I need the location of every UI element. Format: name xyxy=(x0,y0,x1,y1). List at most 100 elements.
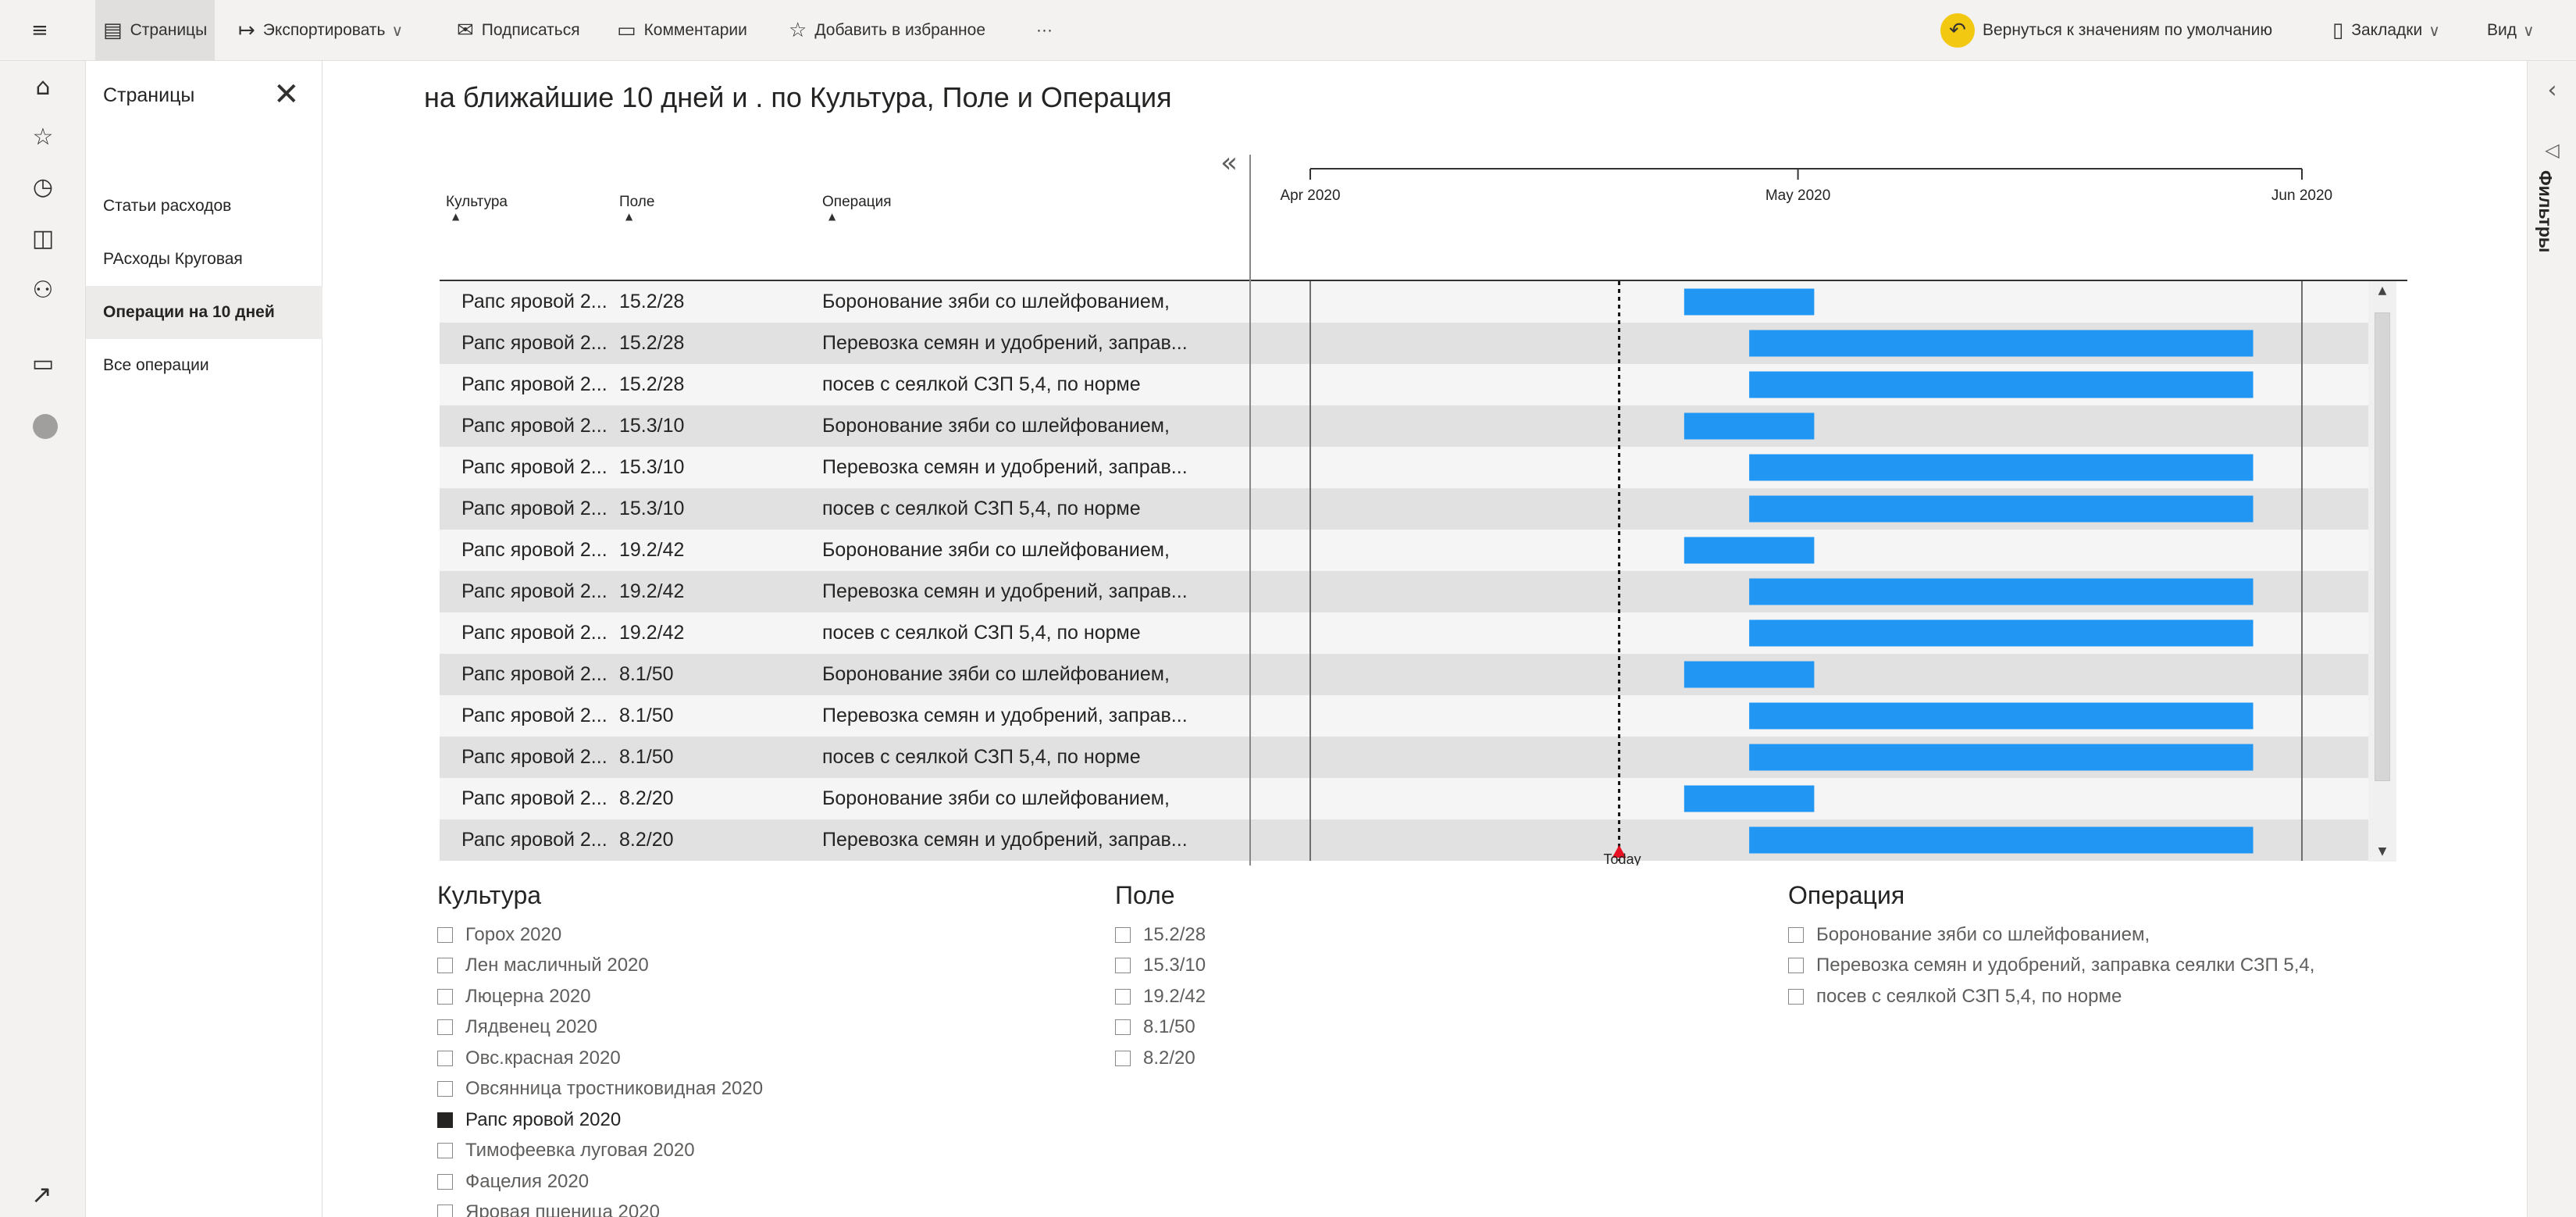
gantt-bar xyxy=(1683,537,1815,564)
slicer-field-item[interactable]: 15.3/10 xyxy=(1115,951,1206,982)
chevron-down-icon: ∨ xyxy=(2523,21,2535,40)
favorite-button-label: Добавить в избранное xyxy=(814,21,986,39)
view-button[interactable]: Вид ∨ xyxy=(2487,0,2535,61)
comments-button[interactable]: ▭ Комментарии xyxy=(617,0,747,61)
filter-icon[interactable]: ◁ xyxy=(2528,139,2576,161)
slicer-culture-item[interactable]: Яровая пшеница 2020 xyxy=(437,1197,763,1217)
slicer-culture-item[interactable]: Тимофеевка луговая 2020 xyxy=(437,1136,763,1167)
slicer-item-label: Лядвенец 2020 xyxy=(465,1016,597,1038)
gantt-bar xyxy=(1749,578,2254,605)
checkbox[interactable] xyxy=(437,958,453,974)
slicer-item-label: Боронование зяби со шлейфованием, xyxy=(1816,923,2150,945)
pages-button-label: Страницы xyxy=(130,21,208,39)
checkbox[interactable] xyxy=(1115,926,1131,943)
export-button[interactable]: ↦ Экспортировать ∨ xyxy=(238,0,403,61)
hamburger-icon: ≡ xyxy=(31,19,48,42)
slicer-item-label: Яровая пшеница 2020 xyxy=(465,1201,660,1217)
chevron-down-icon: ∨ xyxy=(2428,21,2440,40)
slicer-item-label: 8.2/20 xyxy=(1143,1047,1195,1069)
recent-icon[interactable]: ◷ xyxy=(0,173,86,201)
export-button-label: Экспортировать xyxy=(262,21,386,39)
gantt-bar xyxy=(1749,371,2254,398)
checkbox[interactable] xyxy=(437,1050,453,1066)
page-item[interactable]: РАсходы Круговая xyxy=(86,233,322,286)
page-item[interactable]: Статьи расходов xyxy=(86,180,322,233)
filters-pane: ‹ ◁ Фильтры xyxy=(2527,61,2576,1217)
slicer-field-item[interactable]: 8.2/20 xyxy=(1115,1043,1206,1074)
checkbox[interactable] xyxy=(1788,988,1804,1005)
checkbox[interactable] xyxy=(437,988,453,1005)
reset-button[interactable]: ↶ Вернуться к значениям по умолчанию xyxy=(1940,0,2272,61)
slicer-culture-item[interactable]: Овсянница тростниковидная 2020 xyxy=(437,1074,763,1105)
slicer-item-label: Горох 2020 xyxy=(465,923,562,945)
pages-pane: Страницы ✕ Статьи расходов РАсходы Кругов… xyxy=(86,61,322,1217)
slicer-item-label: Фацелия 2020 xyxy=(465,1170,590,1192)
slicer-field-item[interactable]: 8.1/50 xyxy=(1115,1012,1206,1044)
slicer-culture-item[interactable]: Лен масличный 2020 xyxy=(437,951,763,982)
today-label: Today xyxy=(1604,851,1641,865)
workspaces-icon[interactable]: ▭ xyxy=(0,350,86,377)
checkbox[interactable] xyxy=(1788,926,1804,943)
undo-icon: ↶ xyxy=(1940,13,1975,48)
slicer-operation-item[interactable]: Боронование зяби со шлейфованием, xyxy=(1788,919,2314,951)
checkbox[interactable] xyxy=(437,1019,453,1036)
checkbox[interactable] xyxy=(1115,1050,1131,1066)
checkbox[interactable] xyxy=(1115,988,1131,1005)
checkbox[interactable] xyxy=(1115,958,1131,974)
export-icon: ↦ xyxy=(238,19,255,42)
more-button[interactable]: ··· xyxy=(1036,0,1053,61)
pages-button[interactable]: ▤ Страницы xyxy=(95,0,216,61)
slicer-operation-item[interactable]: Перевозка семян и удобрений, заправка се… xyxy=(1788,951,2314,982)
slicer-item-label: Овс.красная 2020 xyxy=(465,1047,621,1069)
slicer-culture-title: Культура xyxy=(437,881,542,909)
scroll-up-icon[interactable]: ▲ xyxy=(2368,284,2396,297)
checkbox[interactable] xyxy=(1788,958,1804,974)
avatar[interactable] xyxy=(33,414,58,439)
slicer-culture-item[interactable]: Фацелия 2020 xyxy=(437,1166,763,1197)
checkbox[interactable] xyxy=(437,1173,453,1190)
hamburger-button[interactable]: ≡ xyxy=(31,0,56,61)
favorites-icon[interactable]: ☆ xyxy=(0,123,86,151)
subscribe-button-label: Подписаться xyxy=(481,21,580,39)
gantt-bar xyxy=(1749,330,2254,357)
close-icon[interactable]: ✕ xyxy=(273,77,300,112)
checkbox[interactable] xyxy=(437,1143,453,1159)
slicer-culture-item[interactable]: Люцерна 2020 xyxy=(437,981,763,1012)
page-item[interactable]: Все операции xyxy=(86,339,322,392)
slicer-culture-item[interactable]: Овс.красная 2020 xyxy=(437,1043,763,1074)
gantt-scrollbar[interactable]: ▲ ▼ xyxy=(2368,281,2396,862)
checkbox[interactable] xyxy=(437,926,453,943)
shared-icon[interactable]: ⚇ xyxy=(0,277,86,304)
pages-pane-title: Страницы xyxy=(103,84,195,106)
slicer-operation-item[interactable]: посев с сеялкой СЗП 5,4, по норме xyxy=(1788,981,2314,1012)
slicer-field-item[interactable]: 19.2/42 xyxy=(1115,981,1206,1012)
checkbox[interactable] xyxy=(437,1205,453,1217)
slicer-field-item[interactable]: 15.2/28 xyxy=(1115,919,1206,951)
bookmark-icon: ▯ xyxy=(2332,19,2344,42)
chevron-down-icon: ∨ xyxy=(391,21,404,40)
scroll-down-icon[interactable]: ▼ xyxy=(2368,845,2396,858)
slicer-culture-item[interactable]: Рапс яровой 2020 xyxy=(437,1105,763,1136)
subscribe-button[interactable]: ✉ Подписаться xyxy=(457,0,580,61)
home-icon[interactable]: ⌂ xyxy=(0,73,86,101)
gantt-bar xyxy=(1749,702,2254,730)
chevron-left-icon[interactable]: ‹ xyxy=(2528,77,2576,104)
report-title: на ближайшие 10 дней и . по Культура, По… xyxy=(424,81,1172,113)
checkbox[interactable] xyxy=(1115,1019,1131,1036)
favorite-button[interactable]: ☆ Добавить в избранное xyxy=(789,0,985,61)
slicer-culture-item[interactable]: Горох 2020 xyxy=(437,919,763,951)
slicer-culture-item[interactable]: Лядвенец 2020 xyxy=(437,1012,763,1044)
scrollbar-thumb[interactable] xyxy=(2375,312,2390,781)
bookmarks-button[interactable]: ▯ Закладки ∨ xyxy=(2332,0,2440,61)
star-icon: ☆ xyxy=(789,19,807,42)
more-icon: ··· xyxy=(1036,21,1053,39)
checkbox[interactable] xyxy=(437,1081,453,1097)
checkbox[interactable] xyxy=(437,1112,453,1128)
apps-icon[interactable]: ◫ xyxy=(0,225,86,252)
comments-button-label: Комментарии xyxy=(643,21,747,39)
axis-tick-label: Jun 2020 xyxy=(2271,187,2332,204)
gantt-bar xyxy=(1749,744,2254,771)
page-item[interactable]: Операции на 10 дней xyxy=(86,286,322,339)
filters-pane-label[interactable]: Фильтры xyxy=(2535,170,2556,252)
expand-icon[interactable]: ↗ xyxy=(31,1180,52,1209)
